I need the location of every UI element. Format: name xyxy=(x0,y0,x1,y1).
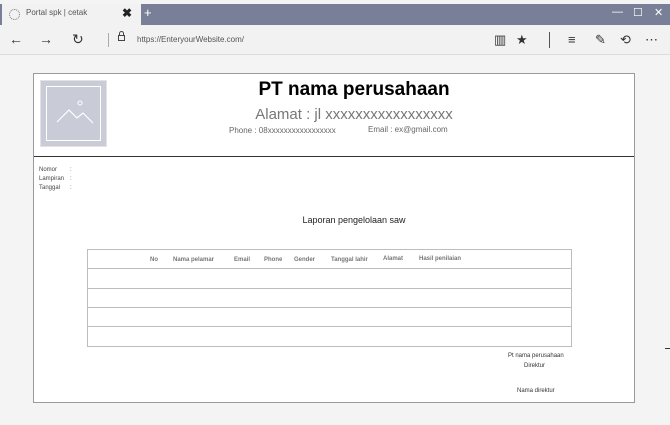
tab-bar: Portal spk | cetak ✖ + — ☐ ✕ xyxy=(0,4,670,25)
letterhead-divider xyxy=(34,156,634,157)
table-row xyxy=(88,326,571,327)
meta-label: Lampiran xyxy=(39,176,65,182)
meta-colon: : xyxy=(70,185,72,191)
refresh-icon[interactable]: ↻ xyxy=(72,31,84,48)
new-tab-button[interactable]: + xyxy=(144,5,152,20)
favorite-star-icon[interactable]: ★ xyxy=(516,32,528,48)
url-field[interactable]: https://EnteryourWebsite.com/ xyxy=(137,35,244,44)
favicon-icon xyxy=(9,9,20,20)
lock-icon xyxy=(118,31,125,41)
more-icon[interactable]: ⋯ xyxy=(645,32,658,48)
column-header: Email xyxy=(234,257,251,263)
meta-colon: : xyxy=(70,167,72,173)
column-header: Hasil penilaian xyxy=(419,256,462,262)
column-header: No xyxy=(150,257,158,263)
scroll-indicator xyxy=(665,348,670,349)
tab-title: Portal spk | cetak xyxy=(26,8,88,17)
address-toolbar: ← → ↻ https://EnteryourWebsite.com/ ▥ ★ … xyxy=(0,25,670,55)
share-icon[interactable]: ⟲ xyxy=(620,32,631,48)
toolbar-divider xyxy=(549,32,550,48)
page-viewport: PT nama perusahaan Alamat : jl xxxxxxxxx… xyxy=(2,56,665,418)
maximize-icon[interactable]: ☐ xyxy=(633,6,643,19)
signature-name: Nama direktur xyxy=(517,388,555,394)
meta-lampiran: Lampiran : xyxy=(39,176,72,182)
column-header: Alamat xyxy=(383,256,404,262)
meta-colon: : xyxy=(70,176,72,182)
forward-icon[interactable]: → xyxy=(39,31,53,47)
company-email: Email : ex@gmail.com xyxy=(368,125,448,134)
signature-company: Pt nama perusahaan xyxy=(508,353,564,359)
company-name: PT nama perusahaan xyxy=(258,79,450,100)
column-header: Phone xyxy=(264,257,283,263)
meta-label: Nomor xyxy=(39,167,58,173)
table-row xyxy=(88,288,571,289)
tab-active[interactable]: Portal spk | cetak ✖ xyxy=(2,4,141,25)
back-icon[interactable]: ← xyxy=(9,31,23,47)
meta-nomor: Nomor : xyxy=(39,167,72,173)
company-phone: Phone : 08xxxxxxxxxxxxxxxxx xyxy=(229,126,336,135)
company-address: Alamat : jl xxxxxxxxxxxxxxxxx xyxy=(255,106,453,123)
meta-tanggal: Tanggal : xyxy=(39,185,72,191)
table-header: No Nama pelamar Email Phone Gender Tangg… xyxy=(88,250,571,269)
column-header: Gender xyxy=(294,257,316,263)
minimize-icon[interactable]: — xyxy=(612,6,623,18)
report-title: Laporan pengelolaan saw xyxy=(302,215,406,225)
close-window-icon[interactable]: ✕ xyxy=(654,6,663,19)
report-page: PT nama perusahaan Alamat : jl xxxxxxxxx… xyxy=(33,73,635,403)
browser-window: Portal spk | cetak ✖ + — ☐ ✕ ← → ↻ https… xyxy=(0,0,670,425)
signature-role: Direktur xyxy=(524,363,546,369)
hub-icon[interactable]: ≡ xyxy=(568,32,576,47)
tab-close-icon[interactable]: ✖ xyxy=(122,6,132,20)
reading-view-icon[interactable]: ▥ xyxy=(494,32,506,48)
report-table: No Nama pelamar Email Phone Gender Tangg… xyxy=(87,249,572,347)
column-header: Nama pelamar xyxy=(173,257,215,263)
table-row xyxy=(88,307,571,308)
toolbar-divider xyxy=(108,33,109,47)
column-header: Tanggal lahir xyxy=(331,257,368,263)
meta-label: Tanggal xyxy=(39,185,61,191)
web-note-icon[interactable]: ✎ xyxy=(595,32,606,48)
